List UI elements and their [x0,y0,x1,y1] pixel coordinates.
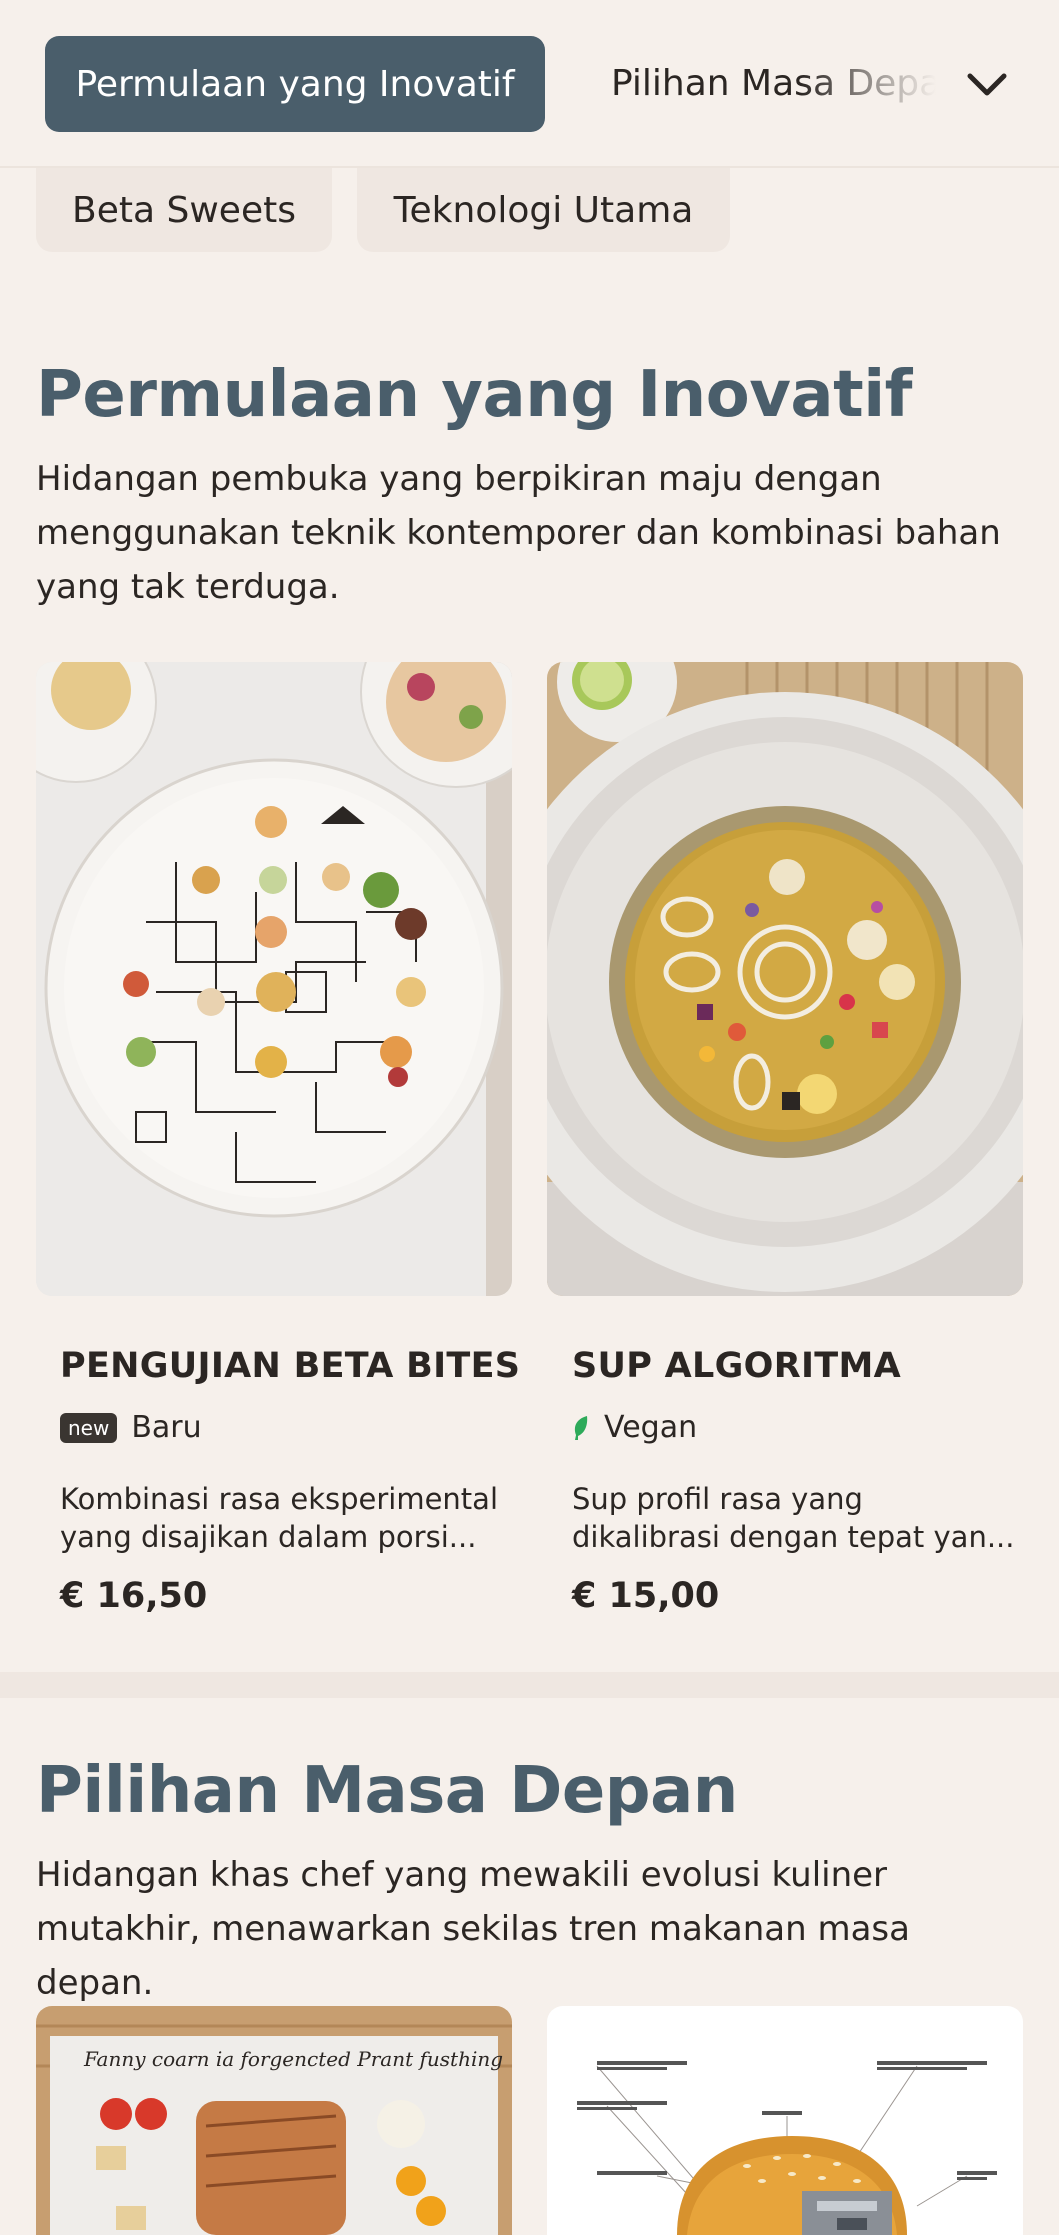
leaf-icon [574,1415,588,1440]
soup-bowl-illustration [547,662,1023,1296]
tab-scroll-fade [800,40,960,130]
item-tag-label: Baru [131,1410,202,1445]
section-divider [0,1672,1059,1698]
item-description-line: Sup profil rasa yang [572,1482,863,1516]
category-tab-bar: Permulaan yang Inovatif Pilihan Masa Dep… [0,0,1059,168]
chip-teknologi-utama[interactable]: Teknologi Utama [357,168,730,252]
section-title: Pilihan Masa Depan [36,1754,738,1828]
item-price: € 15,00 [572,1576,720,1616]
dish-image-beta-bites[interactable] [36,662,512,1296]
item-description-line: Kombinasi rasa eksperimental [60,1482,499,1516]
item-title[interactable]: PENGUJIAN BETA BITES [60,1346,520,1386]
item-description-line: yang disajikan dalam porsi... [60,1520,477,1554]
item-tag-new: new Baru [60,1410,202,1445]
plated-dish-illustration: Fanny coarn ia forgencted Prant fusthing [36,2006,512,2235]
item-price: € 16,50 [60,1576,208,1616]
section-description: Hidangan khas chef yang mewakili evolusi… [36,1855,910,2003]
plated-dish-illustration [36,662,512,1296]
chevron-down-icon[interactable] [964,62,1010,108]
item-description: Sup profil rasa yang dikalibrasi dengan … [572,1480,1022,1556]
dish-image-future-1[interactable]: Fanny coarn ia forgencted Prant fusthing [36,2006,512,2235]
item-tag-vegan: Vegan [572,1410,697,1445]
burger-diagram-illustration [547,2006,1023,2235]
item-description: Kombinasi rasa eksperimental yang disaji… [60,1480,510,1556]
image-caption: Fanny coarn ia forgencted Prant fusthing [83,2047,503,2071]
dish-image-future-2[interactable] [547,2006,1023,2235]
new-badge-icon: new [60,1412,118,1443]
section-title: Permulaan yang Inovatif [36,358,912,432]
item-title[interactable]: SUP ALGORITMA [572,1346,901,1386]
item-description-line: dikalibrasi dengan tepat yan... [572,1520,1015,1554]
item-tag-label: Vegan [604,1410,698,1445]
chip-beta-sweets[interactable]: Beta Sweets [36,168,332,252]
section-description: Hidangan pembuka yang berpikiran maju de… [36,459,1001,607]
dish-image-sup-algoritma[interactable] [547,662,1023,1296]
tab-permulaan-yang-inovatif[interactable]: Permulaan yang Inovatif [45,36,545,132]
